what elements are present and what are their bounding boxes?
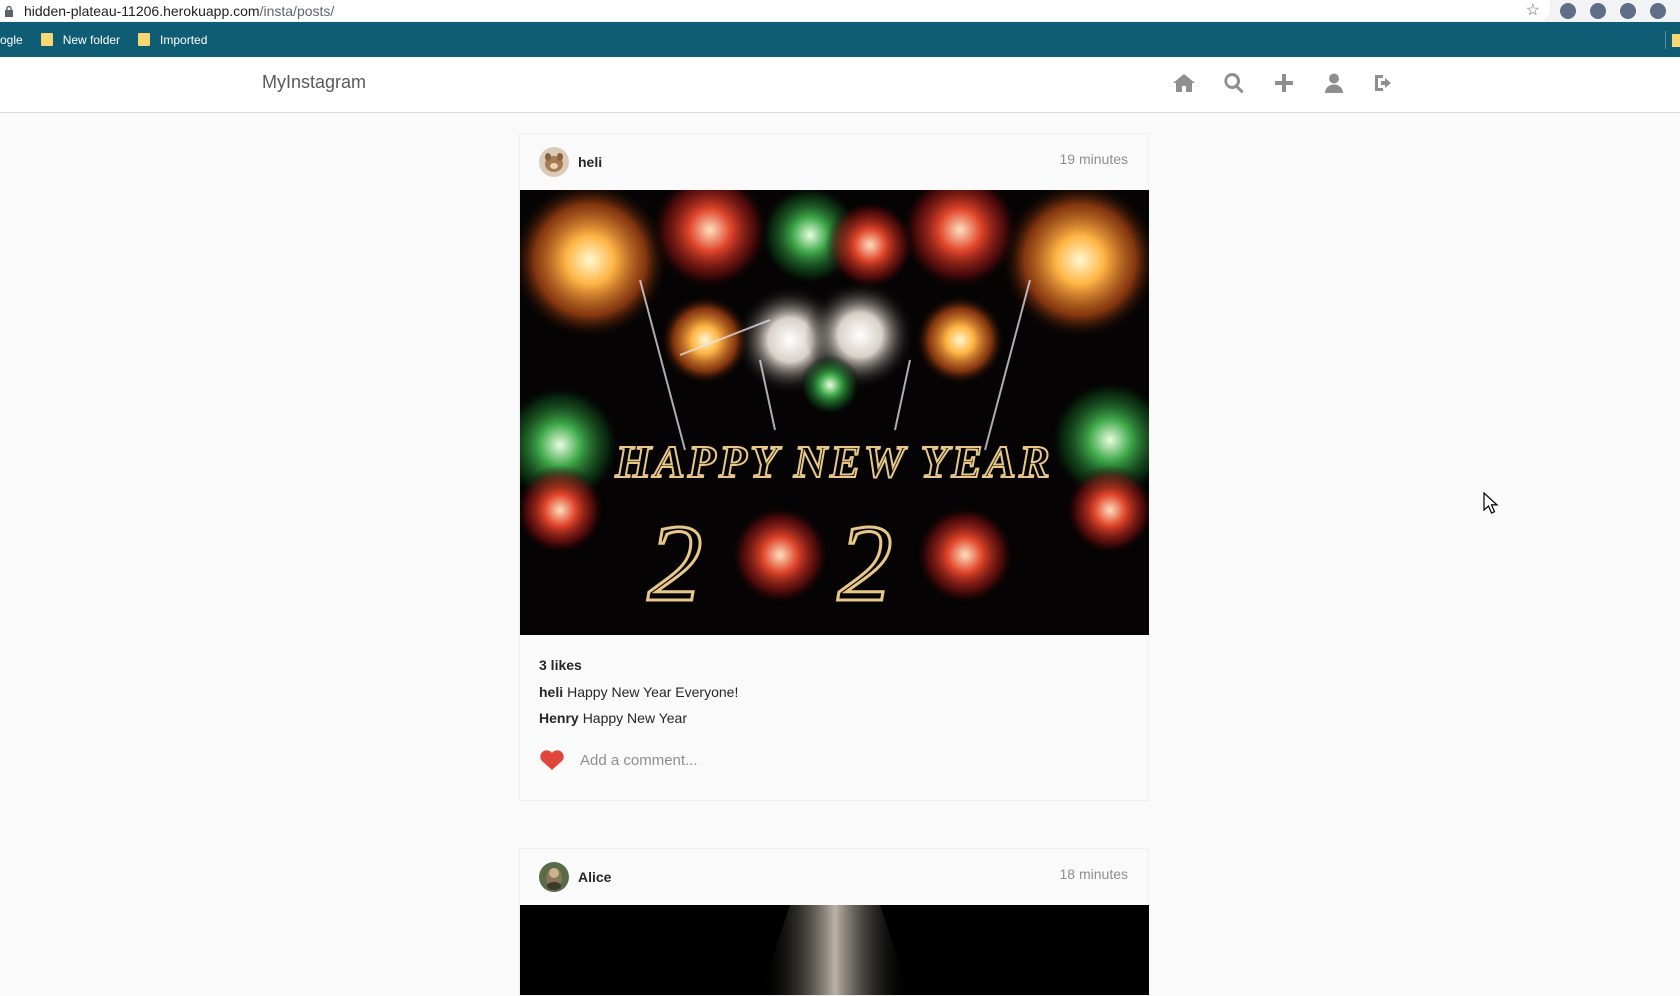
post-image[interactable]: HAPPY NEW YEAR 2 2 [520,190,1149,635]
app-navbar: MyInstagram [0,57,1680,113]
avatar[interactable] [539,147,569,177]
lock-icon [2,4,16,18]
extension-icon[interactable] [1650,3,1666,19]
bookmarks-bar: ogle New folder Imported [0,22,1680,57]
comment-username[interactable]: Henry [539,710,579,726]
home-icon[interactable] [1172,71,1196,95]
url-path: /insta/posts/ [259,2,335,19]
bookmark-google[interactable]: ogle [0,33,23,47]
comment-item: Henry Happy New Year [539,710,1129,726]
bookmark-divider [1665,31,1666,49]
bookmark-label: ogle [0,32,23,47]
post-time: 18 minutes [1059,866,1128,882]
post-image[interactable] [520,905,1149,995]
extension-icons [1560,0,1666,22]
user-icon[interactable] [1322,71,1346,95]
post-body: 3 likes heli Happy New Year Everyone! Hen… [520,635,1148,726]
heart-icon[interactable] [539,749,565,771]
nav-icons [1172,71,1396,95]
brand-logo[interactable]: MyInstagram [262,72,366,93]
add-comment-row [520,736,1148,800]
image-digit-right: 2 [838,502,893,624]
comment-text: Happy New Year Everyone! [567,684,739,700]
fireworks-image: HAPPY NEW YEAR 2 2 [520,190,1149,635]
post-time: 19 minutes [1059,151,1128,167]
folder-icon[interactable] [1672,34,1680,47]
post-username[interactable]: Alice [578,869,611,885]
extension-icon[interactable] [1590,3,1606,19]
post-card: heli 19 minutes HAPPY NEW YEAR 2 2 3 lik… [519,133,1149,801]
bookmark-star-icon[interactable]: ☆ [1526,0,1540,21]
comment-text: Happy New Year [582,710,687,726]
url-host: hidden-plateau-11206.herokuapp.com [24,2,260,19]
mouse-cursor-icon [1483,492,1499,514]
avatar[interactable] [539,862,569,892]
bookmark-imported[interactable]: Imported [138,33,207,47]
image-digit-left: 2 [648,502,703,624]
post-card: Alice 18 minutes [519,848,1149,996]
post-header: Alice 18 minutes [520,849,1148,905]
comment-item: heli Happy New Year Everyone! [539,684,1129,700]
extension-icon[interactable] [1620,3,1636,19]
folder-icon [138,33,151,46]
spotlight-image [520,905,1149,995]
post-header: heli 19 minutes [520,134,1148,190]
image-caption-text: HAPPY NEW YEAR [614,436,1052,487]
folder-icon [40,33,53,46]
likes-count[interactable]: 3 likes [539,657,1129,673]
sign-out-icon[interactable] [1372,71,1396,95]
post-username[interactable]: heli [578,154,602,170]
bookmark-label: Imported [160,32,208,47]
plus-icon[interactable] [1272,71,1296,95]
bookmark-new-folder[interactable]: New folder [40,32,121,47]
bookmark-label: New folder [62,32,121,47]
comment-username[interactable]: heli [539,684,563,700]
browser-address-bar: hidden-plateau-11206.herokuapp.com/insta… [0,0,1680,22]
extension-icon[interactable] [1560,3,1576,19]
comment-input[interactable] [578,746,1118,774]
url-box[interactable]: hidden-plateau-11206.herokuapp.com/insta… [0,0,1550,21]
search-icon[interactable] [1222,71,1246,95]
